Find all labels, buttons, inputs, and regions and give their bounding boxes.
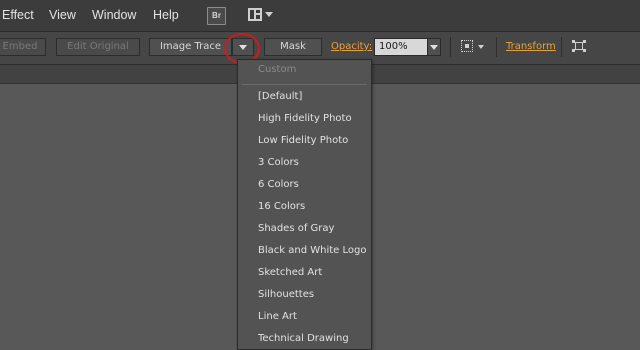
menu-help[interactable]: Help [153, 8, 179, 22]
edit-original-button[interactable]: Edit Original [56, 38, 140, 56]
image-trace-button[interactable]: Image Trace [149, 38, 232, 56]
menu-item-16-colors[interactable]: 16 Colors [258, 201, 305, 212]
menu-item-default[interactable]: [Default] [258, 91, 302, 102]
bridge-button[interactable]: Br [207, 7, 226, 25]
opacity-input[interactable]: 100% [374, 38, 428, 56]
divider [561, 37, 562, 57]
menu-item-technical-drawing[interactable]: Technical Drawing [258, 333, 349, 344]
menu-item-3-colors[interactable]: 3 Colors [258, 157, 299, 168]
divider [496, 37, 497, 57]
menu-separator [242, 84, 367, 85]
divider [450, 37, 451, 57]
menu-item-sketched-art[interactable]: Sketched Art [258, 267, 322, 278]
menu-view[interactable]: View [49, 8, 76, 22]
align-icon[interactable] [461, 40, 473, 52]
menu-item-high-fidelity-photo[interactable]: High Fidelity Photo [258, 113, 352, 124]
menu-item-6-colors[interactable]: 6 Colors [258, 179, 299, 190]
image-trace-preset-menu: Custom [Default] High Fidelity Photo Low… [237, 59, 372, 350]
workspace-switcher-icon [248, 8, 262, 21]
chevron-down-icon [430, 45, 438, 50]
opacity-dropdown-button[interactable] [427, 38, 441, 56]
embed-button[interactable]: Embed [0, 38, 46, 56]
workspace-switcher-button[interactable] [248, 7, 276, 25]
chevron-down-icon[interactable] [478, 45, 484, 49]
menu-bar: Effect View Window Help Br [0, 0, 640, 32]
opacity-label[interactable]: Opacity: [331, 41, 372, 52]
chevron-down-icon [265, 12, 273, 17]
menu-item-shades-of-gray[interactable]: Shades of Gray [258, 223, 334, 234]
menu-item-low-fidelity-photo[interactable]: Low Fidelity Photo [258, 135, 348, 146]
menu-item-silhouettes[interactable]: Silhouettes [258, 289, 314, 300]
menu-window[interactable]: Window [92, 8, 136, 22]
menu-item-line-art[interactable]: Line Art [258, 311, 297, 322]
menu-item-black-and-white-logo[interactable]: Black and White Logo [258, 245, 366, 256]
transform-link[interactable]: Transform [506, 41, 556, 52]
menu-item-custom: Custom [258, 64, 297, 75]
menu-effect[interactable]: Effect [2, 8, 34, 22]
mask-button[interactable]: Mask [264, 38, 322, 56]
isolate-icon[interactable] [572, 40, 586, 52]
